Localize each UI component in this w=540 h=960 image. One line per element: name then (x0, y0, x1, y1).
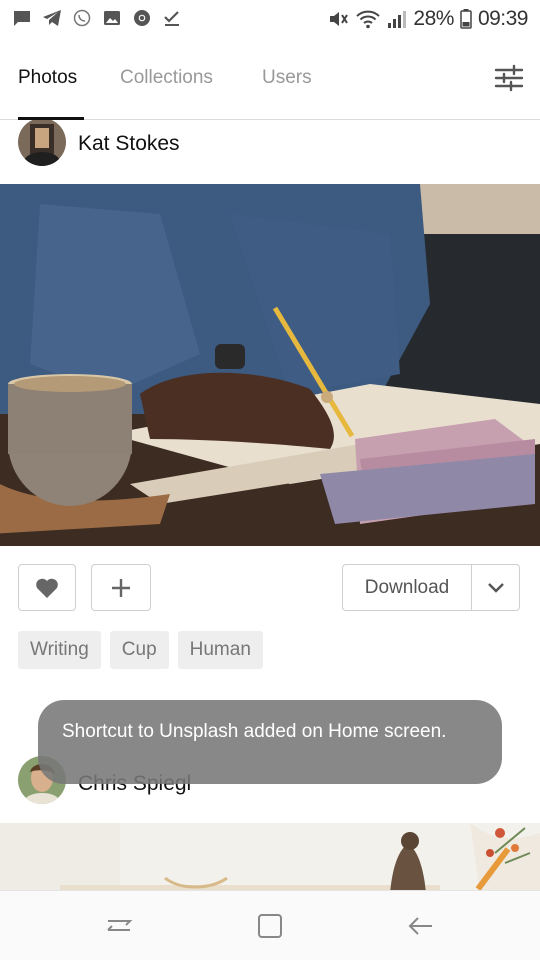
recent-apps-icon[interactable] (104, 911, 134, 941)
status-bar: 28% 09:39 (0, 0, 540, 38)
tab-bar: Photos Collections Users (0, 38, 540, 120)
download-done-icon (164, 11, 179, 26)
gallery-icon (104, 11, 120, 25)
mute-icon (330, 12, 349, 26)
battery-percent: 28% (413, 7, 454, 30)
tag-list: Writing Cup Human (18, 631, 263, 669)
battery-icon (460, 9, 472, 29)
author-name[interactable]: Kat Stokes (78, 132, 180, 156)
tab-users[interactable]: Users (262, 67, 312, 89)
back-icon[interactable] (406, 911, 436, 941)
signal-icon (388, 11, 407, 28)
download-button-group[interactable]: Download (342, 564, 520, 611)
tag-chip[interactable]: Human (177, 631, 263, 669)
download-options-button[interactable] (472, 565, 520, 610)
chrome-icon (134, 10, 150, 26)
clock: 09:39 (477, 7, 529, 30)
chevron-down-icon (488, 582, 504, 593)
tab-collections[interactable]: Collections (120, 67, 213, 89)
tag-chip[interactable]: Writing (18, 631, 101, 669)
like-button[interactable] (18, 564, 76, 611)
photo-writing[interactable] (0, 184, 540, 546)
download-button[interactable]: Download (343, 565, 471, 610)
whatsapp-icon (73, 9, 91, 27)
plus-icon (112, 578, 130, 597)
navigation-bar (0, 890, 540, 960)
tab-photos[interactable]: Photos (18, 67, 77, 89)
heart-icon (36, 578, 58, 598)
photo-2[interactable] (0, 823, 540, 890)
toast-message: Shortcut to Unsplash added on Home scree… (38, 700, 502, 784)
telegram-icon (43, 10, 61, 26)
wifi-icon (356, 10, 381, 29)
notification-icons (12, 8, 182, 28)
message-icon (14, 11, 30, 26)
home-icon[interactable] (255, 911, 285, 941)
avatar[interactable] (18, 120, 66, 166)
post-author-row[interactable]: Kat Stokes (0, 120, 540, 184)
filter-icon[interactable] (494, 63, 524, 93)
tag-chip[interactable]: Cup (109, 631, 169, 669)
add-to-collection-button[interactable] (91, 564, 151, 611)
system-status: 28% 09:39 (327, 7, 529, 31)
